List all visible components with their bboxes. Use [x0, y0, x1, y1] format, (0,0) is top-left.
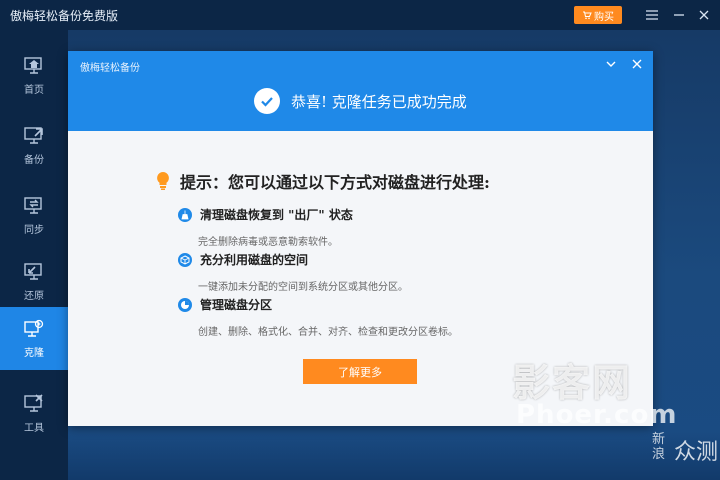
minimize-icon[interactable]	[670, 6, 688, 24]
backup-monitor-icon	[24, 126, 43, 144]
watermark-zc: 众测	[674, 440, 719, 465]
broom-icon	[178, 207, 192, 222]
dialog-title: 傲梅轻松备份	[80, 63, 140, 74]
option-desc: 一键添加未分配的空间到系统分区或其他分区。	[198, 282, 408, 293]
option-manage-partitions: 管理磁盘分区 创建、删除、格式化、合并、对齐、检查和更改分区卷标。	[178, 296, 458, 338]
sidebar-item-label: 首页	[24, 84, 44, 96]
sidebar: 首页 备份 同步 还原 克隆 工具	[0, 30, 68, 480]
sidebar-item-label: 克隆	[24, 347, 44, 359]
sidebar-item-label: 备份	[24, 154, 44, 166]
sidebar-item-backup[interactable]: 备份	[0, 114, 68, 177]
lightbulb-icon	[157, 172, 169, 190]
sidebar-item-label: 还原	[24, 290, 44, 302]
tip-title: 提示：您可以通过以下方式对磁盘进行处理:	[180, 173, 490, 192]
home-monitor-icon	[24, 56, 42, 74]
cart-icon	[583, 11, 592, 20]
option-title: 清理磁盘恢复到 "出厂" 状态	[200, 208, 353, 222]
sidebar-item-label: 工具	[24, 422, 44, 434]
dialog-minimize-icon[interactable]	[604, 56, 620, 72]
success-message: 恭喜! 克隆任务已成功完成	[291, 93, 467, 111]
buy-button[interactable]: 购买	[574, 6, 622, 24]
clone-monitor-icon	[24, 319, 44, 337]
dialog-header: 傲梅轻松备份 恭喜! 克隆任务已成功完成	[68, 51, 653, 131]
app-titlebar: 傲梅轻松备份免费版 购买	[0, 0, 720, 30]
sidebar-item-restore[interactable]: 还原	[0, 250, 68, 313]
option-wipe-disk: 清理磁盘恢复到 "出厂" 状态 完全删除病毒或恶意勒索软件。	[178, 206, 353, 248]
watermark: 影客网 Phoer.com 新浪 众测	[512, 352, 720, 480]
watermark-sina: 新浪	[652, 432, 666, 462]
sidebar-item-sync[interactable]: 同步	[0, 184, 68, 247]
menu-icon[interactable]	[643, 6, 661, 24]
pie-chart-icon	[178, 297, 192, 312]
option-desc: 创建、删除、格式化、合并、对齐、检查和更改分区卷标。	[198, 327, 458, 338]
app-title: 傲梅轻松备份免费版	[10, 9, 119, 23]
sidebar-item-home[interactable]: 首页	[0, 44, 68, 107]
restore-monitor-icon	[24, 262, 42, 280]
sidebar-item-label: 同步	[24, 224, 44, 236]
watermark-main: 影客网	[512, 361, 633, 405]
close-icon[interactable]	[695, 6, 713, 24]
box-icon	[178, 252, 192, 267]
tip-row: 提示：您可以通过以下方式对磁盘进行处理:	[156, 169, 490, 193]
option-title: 管理磁盘分区	[200, 298, 273, 312]
sidebar-item-tools[interactable]: 工具	[0, 382, 68, 445]
option-desc: 完全删除病毒或恶意勒索软件。	[198, 237, 338, 248]
watermark-url: Phoer.com	[516, 400, 678, 430]
learn-more-button[interactable]: 了解更多	[303, 359, 417, 384]
tools-monitor-icon	[24, 393, 43, 412]
check-icon	[254, 88, 280, 114]
buy-label: 购买	[594, 11, 614, 23]
option-extend-space: 充分利用磁盘的空间 一键添加未分配的空间到系统分区或其他分区。	[178, 251, 408, 293]
sidebar-item-clone[interactable]: 克隆	[0, 307, 68, 370]
sync-monitor-icon	[24, 196, 42, 214]
option-title: 充分利用磁盘的空间	[200, 253, 309, 267]
dialog-close-icon[interactable]	[630, 56, 646, 72]
